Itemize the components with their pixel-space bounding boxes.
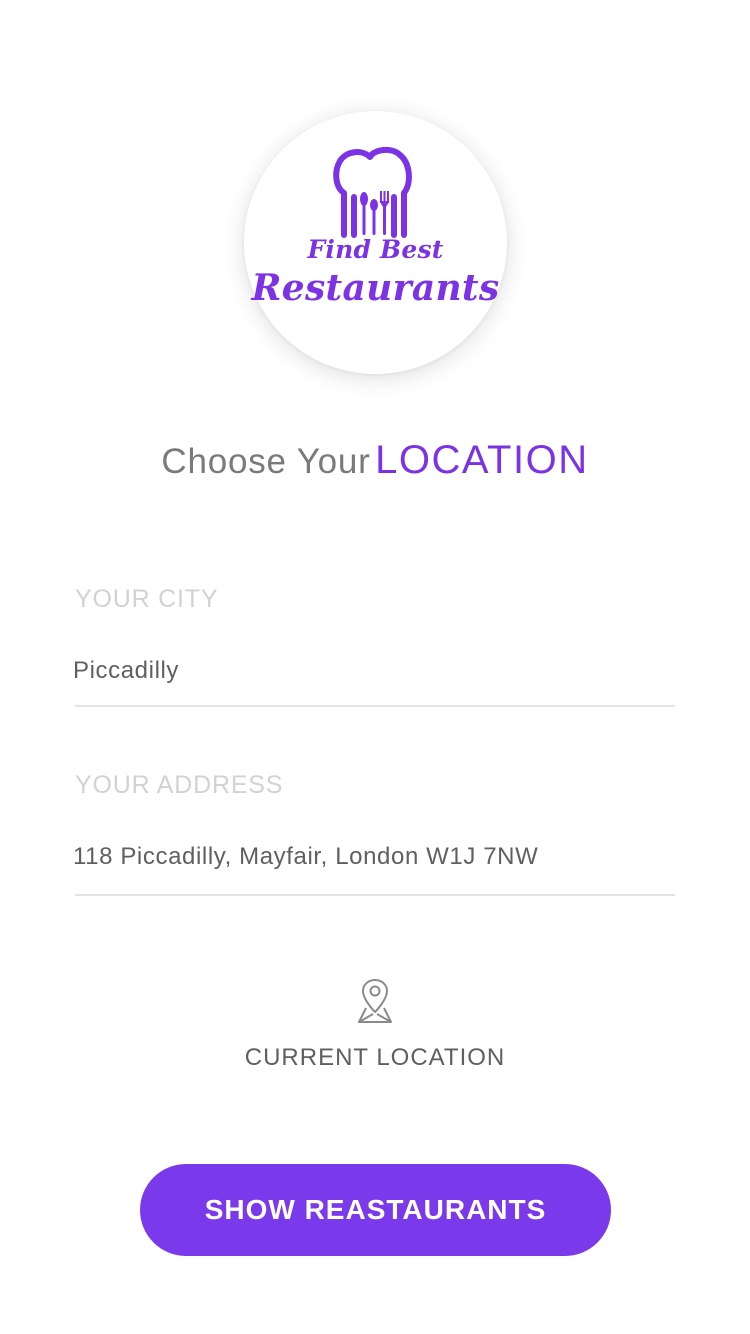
address-field-underline — [75, 894, 675, 896]
logo-text-restaurants: Restaurants — [251, 267, 500, 309]
city-input[interactable] — [73, 654, 673, 688]
chef-hat-cutlery-icon — [333, 147, 412, 238]
address-input[interactable] — [73, 840, 673, 874]
logo-text-find-best: Find Best — [307, 235, 444, 264]
map-pin-icon — [358, 979, 392, 1023]
page-title-prefix: Choose Your — [161, 442, 371, 481]
page-title: Choose Your LOCATION — [0, 438, 750, 483]
city-field-underline — [75, 705, 675, 707]
page-title-accent: LOCATION — [375, 438, 589, 482]
current-location-label: CURRENT LOCATION — [244, 1044, 506, 1071]
current-location-button[interactable]: CURRENT LOCATION — [225, 978, 525, 1078]
show-restaurants-button[interactable]: SHOW REASTAURANTS — [140, 1164, 611, 1256]
address-field-label: YOUR ADDRESS — [75, 771, 284, 799]
city-field-label: YOUR CITY — [75, 585, 219, 613]
app-logo: Find Best Restaurants — [244, 111, 507, 374]
